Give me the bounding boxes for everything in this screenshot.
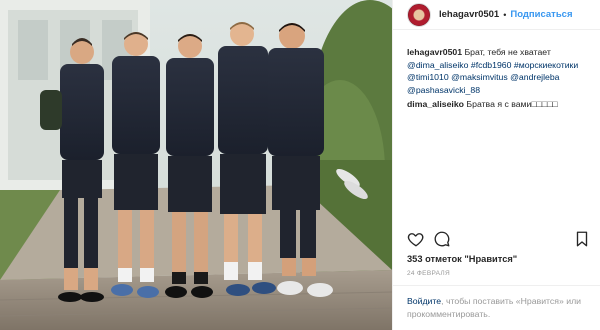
caption-username[interactable]: lehagavr0501 <box>407 47 462 57</box>
login-link[interactable]: Войдите <box>407 296 441 306</box>
reply-comment: dima_aliseiko Братва я с вами□□□□□ <box>407 98 593 111</box>
caption: lehagavr0501 Брат, тебя не хватает @dima… <box>407 46 593 96</box>
likes-count[interactable]: 353 отметок "Нравится" <box>407 254 517 264</box>
mention-link[interactable]: @maksimvitus <box>451 72 508 82</box>
post-date[interactable]: 24 ФЕВРАЛЯ <box>407 270 450 277</box>
post-header: lehagavr0501 • Подписаться <box>393 0 600 30</box>
bookmark-icon[interactable] <box>573 230 591 248</box>
header-username[interactable]: lehagavr0501 <box>439 9 499 20</box>
hashtag-link[interactable]: #морскиекотики <box>514 60 578 70</box>
separator-dot: • <box>503 9 507 20</box>
post-sidebar: lehagavr0501 • Подписаться lehagavr0501 … <box>392 0 600 330</box>
mention-link[interactable]: @andrejleba <box>510 72 559 82</box>
instagram-post: lehagavr0501 • Подписаться lehagavr0501 … <box>0 0 600 330</box>
hashtag-link[interactable]: #fcdb1960 <box>471 60 512 70</box>
follow-button[interactable]: Подписаться <box>510 9 572 20</box>
login-prompt: Войдите, чтобы поставить «Нравится» или … <box>407 295 595 320</box>
avatar[interactable] <box>407 2 431 27</box>
action-bar <box>407 230 591 250</box>
divider <box>393 285 600 286</box>
mention-link[interactable]: @dima_aliseiko <box>407 60 468 70</box>
mention-link[interactable]: @pashasavicki_88 <box>407 85 480 95</box>
reply-username[interactable]: dima_aliseiko <box>407 99 464 109</box>
reply-text: Братва я с вами□□□□□ <box>466 99 558 110</box>
heart-outline-icon[interactable] <box>407 230 425 248</box>
comments-section: lehagavr0501 Брат, тебя не хватает @dima… <box>407 46 593 112</box>
post-photo[interactable] <box>0 0 392 330</box>
speech-bubble-icon[interactable] <box>433 230 451 248</box>
photo-illustration <box>0 0 392 330</box>
mention-link[interactable]: @timi1010 <box>407 72 449 82</box>
caption-text: Брат, тебя не хватает <box>464 47 551 57</box>
